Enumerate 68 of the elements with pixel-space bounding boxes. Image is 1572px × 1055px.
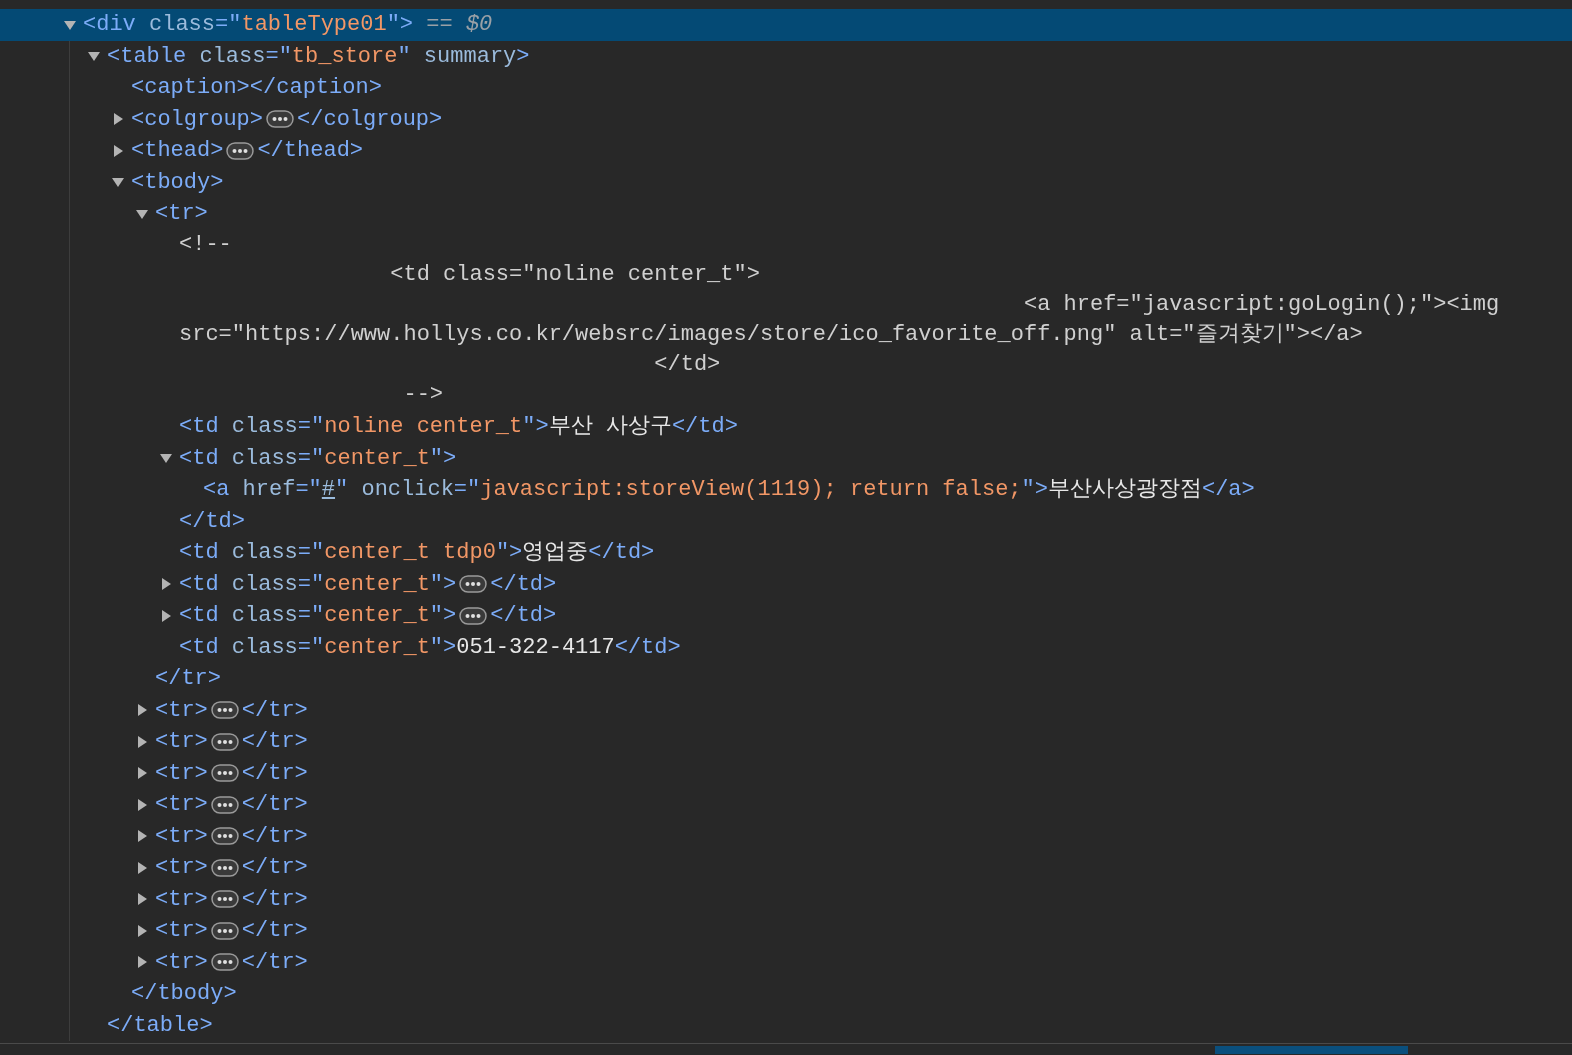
ellipsis-button[interactable]	[210, 857, 239, 878]
ellipsis-button[interactable]	[210, 700, 239, 721]
disclosure-triangle[interactable]	[135, 860, 149, 875]
ellipsis-button[interactable]	[459, 574, 488, 595]
closing-tag: </td>	[490, 600, 557, 632]
element-tag: <tr>	[155, 883, 208, 915]
ellipsis-button[interactable]	[210, 826, 239, 847]
html-comment: <!-- <td class="noline center_t"> <a href="javascript:goLogin();"><img src="https://www.hollys.co.kr/websrc/images/store/ico_favorite_off.png" alt="즐겨찾기"></a> </td> -->	[179, 231, 1500, 409]
element-tag: <tr>	[155, 694, 208, 726]
element-tag: <thead>	[131, 135, 224, 167]
disclosure-triangle[interactable]	[135, 955, 149, 970]
scrollbar-thumb[interactable]	[1215, 1046, 1408, 1054]
ellipsis-button[interactable]	[266, 109, 295, 130]
element-tag: <td class="center_t">	[179, 442, 457, 474]
closing-tag: </tr>	[155, 663, 221, 695]
disclosure-triangle[interactable]	[111, 112, 125, 127]
closing-tag: </tr>	[241, 852, 308, 884]
closing-tag: </tbody>	[131, 978, 237, 1010]
element-tag: <tr>	[155, 789, 208, 821]
disclosure-triangle[interactable]	[159, 608, 173, 623]
disclosure-triangle[interactable]	[135, 766, 149, 781]
closing-tag: </tr>	[241, 946, 308, 978]
ellipsis-button[interactable]	[210, 889, 239, 910]
closing-tag: </tr>	[241, 726, 308, 758]
ellipsis-button[interactable]	[226, 140, 255, 161]
disclosure-triangle[interactable]	[135, 703, 149, 718]
disclosure-triangle[interactable]	[135, 734, 149, 749]
element-tag: <table class="tb_store" summary>	[107, 40, 530, 72]
closing-tag: </table>	[107, 1009, 213, 1041]
disclosure-triangle[interactable]	[111, 143, 125, 158]
element-tag: <tr>	[155, 852, 208, 884]
disclosure-triangle[interactable]	[159, 577, 173, 592]
closing-tag: </tr>	[241, 915, 308, 947]
closing-tag: </td>	[179, 505, 245, 537]
element-tag: <td class="center_t">	[179, 568, 457, 600]
element-tag: <tr>	[155, 946, 208, 978]
element-tag: <td class="center_t tdp0">영업중</td>	[179, 537, 655, 569]
disclosure-triangle[interactable]	[135, 797, 149, 812]
ellipsis-button[interactable]	[210, 731, 239, 752]
element-tag: <tr>	[155, 915, 208, 947]
closing-tag: </tr>	[241, 789, 308, 821]
element-tag: <td class="center_t">	[179, 600, 457, 632]
element-tag: <tr>	[155, 757, 208, 789]
element-tag: <colgroup>	[131, 103, 264, 135]
element-tag: <a href="#" onclick="javascript:storeView(1119); return false;">부산사상광장점</a>	[203, 474, 1255, 506]
element-tag: <tr>	[155, 820, 208, 852]
closing-tag: </thead>	[257, 135, 364, 167]
closing-tag: </colgroup>	[297, 103, 443, 135]
element-tag: <td class="noline center_t">부산 사상구</td>	[179, 411, 738, 443]
closing-tag: </tr>	[241, 883, 308, 915]
horizontal-scrollbar[interactable]	[0, 1043, 1572, 1055]
disclosure-triangle[interactable]	[135, 892, 149, 907]
element-tag: <tbody>	[131, 166, 224, 198]
closing-tag: </td>	[490, 568, 557, 600]
ellipsis-button[interactable]	[210, 794, 239, 815]
ellipsis-button[interactable]	[210, 952, 239, 973]
ellipsis-button[interactable]	[210, 920, 239, 941]
element-tag: <caption></caption>	[131, 72, 382, 104]
element-tag: <tr>	[155, 198, 208, 230]
disclosure-triangle[interactable]	[135, 923, 149, 938]
element-tag: <tr>	[155, 726, 208, 758]
ellipsis-button[interactable]	[459, 605, 488, 626]
ellipsis-button[interactable]	[210, 763, 239, 784]
closing-tag: </tr>	[241, 820, 308, 852]
element-tag: <td class="center_t">051-322-4117</td>	[179, 631, 681, 663]
disclosure-triangle[interactable]	[135, 829, 149, 844]
closing-tag: </tr>	[241, 694, 308, 726]
closing-tag: </tr>	[241, 757, 308, 789]
